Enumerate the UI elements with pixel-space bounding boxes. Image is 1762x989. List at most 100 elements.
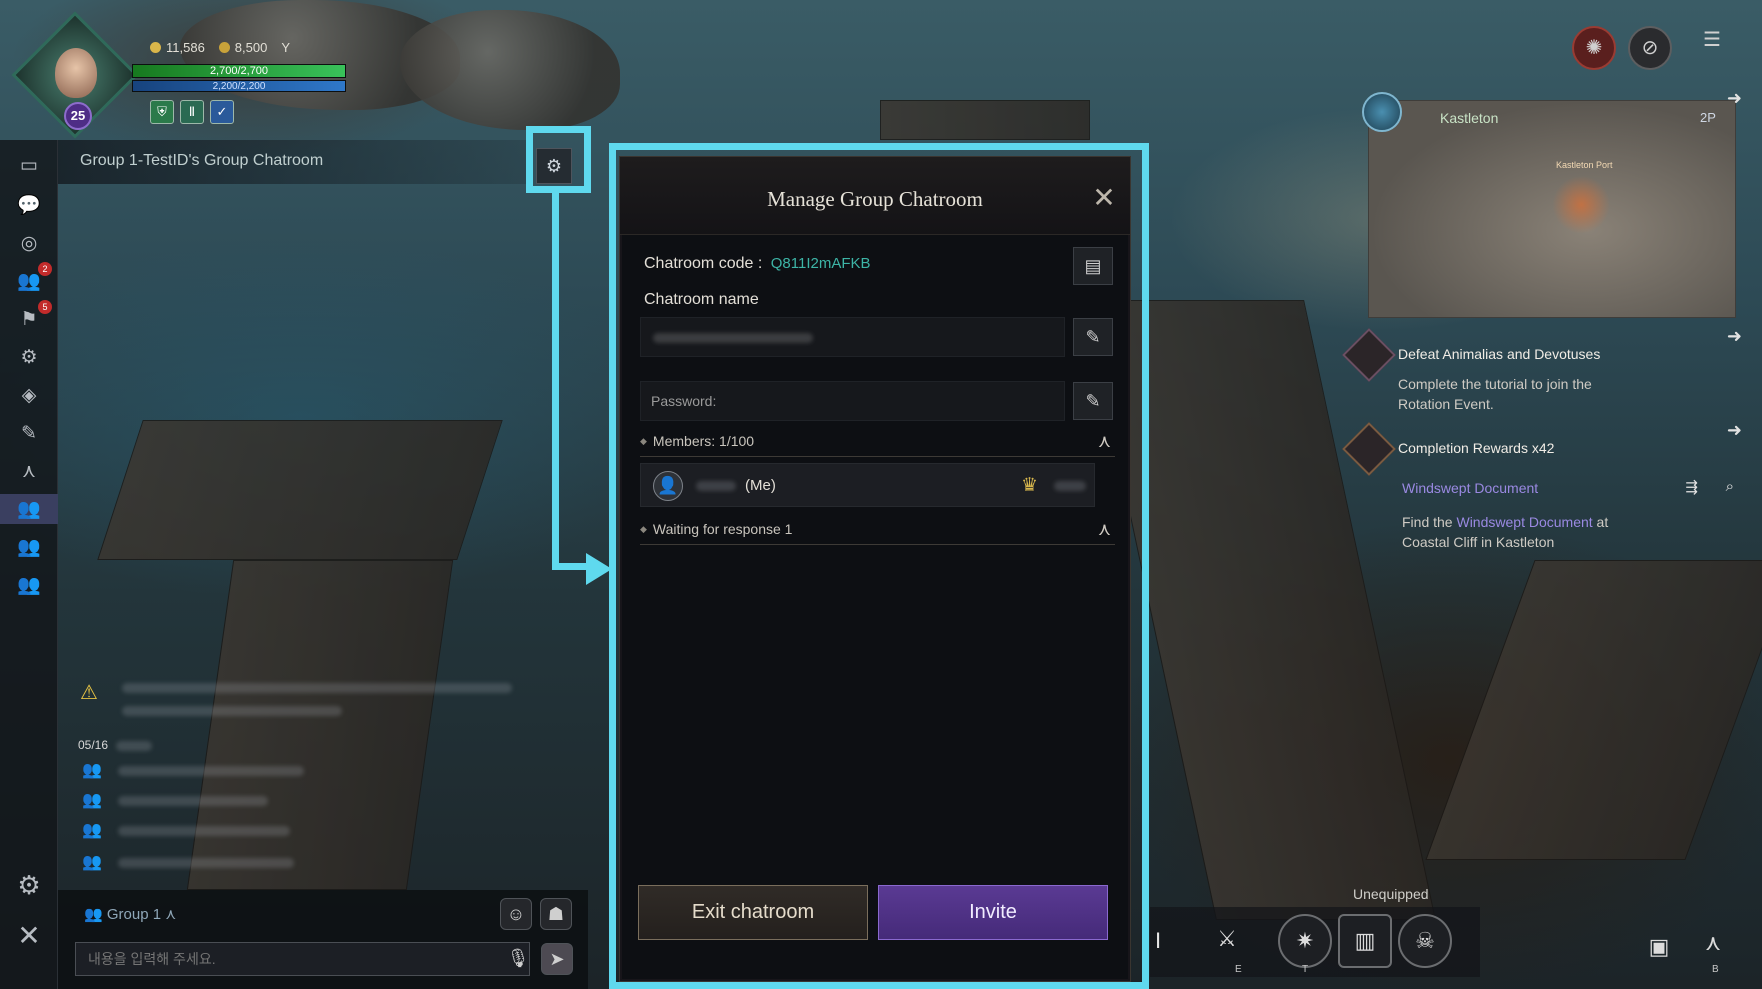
blurred-message [118, 858, 294, 868]
pier [97, 420, 503, 560]
stats-icon[interactable]: ▥ [1338, 914, 1392, 968]
chatroom-code-label: Chatroom code : [644, 255, 763, 272]
quest-description: Complete the tutorial to join the Rotati… [1398, 376, 1592, 412]
pier [1425, 560, 1762, 860]
highlight-arrow-line [552, 563, 590, 570]
event-icon[interactable]: ✺ [1572, 26, 1616, 70]
emote-button[interactable]: ☗ [540, 898, 572, 930]
blurred-member-name [696, 481, 736, 491]
chat-channel-label: Group 1 [106, 906, 162, 923]
party-icon[interactable]: 👥 [12, 532, 46, 562]
quest-desc-text: Find the [1402, 514, 1457, 530]
mp-bar: 2,200/2,200 [132, 80, 346, 92]
blurred-message [118, 826, 290, 836]
camp-icon[interactable]: ⋏ [12, 456, 46, 486]
diamond-icon: ◆ [640, 436, 647, 446]
buff-armor-icon[interactable]: Ⅱ [180, 100, 204, 124]
group-chat-icon[interactable]: 👥 [0, 494, 58, 524]
settings-gear-icon[interactable]: ⚙ [12, 342, 46, 372]
minimap[interactable] [1368, 100, 1736, 318]
chatroom-code-row: Chatroom code : Q811I2mAFKB [644, 255, 871, 273]
add-friend-icon[interactable]: 👥 [12, 570, 46, 600]
arrow-right-icon[interactable]: ➜ [1727, 326, 1742, 347]
quill-icon[interactable]: ✎ [12, 418, 46, 448]
members-section[interactable]: ◆ Members: 1/100 ⋏ [640, 431, 1115, 457]
copy-code-button[interactable]: ▤ [1073, 247, 1113, 285]
guild-flag-icon[interactable]: ⚑ 5 [12, 300, 52, 334]
equip-status: Unequipped [1353, 886, 1429, 902]
waiting-section[interactable]: ◆ Waiting for response 1 ⋏ [640, 519, 1115, 545]
notification-badge: 5 [38, 300, 52, 314]
compass-skill-icon[interactable]: ✷ [1278, 914, 1332, 968]
key-hint: E [1235, 964, 1242, 975]
auto-battle-icon[interactable]: ⊘ [1628, 26, 1672, 70]
chatroom-name-label: Chatroom name [644, 291, 759, 308]
waiting-label: Waiting for response 1 [652, 521, 793, 537]
chat-icon[interactable]: 💬 [12, 190, 46, 220]
collapse-caret-icon[interactable]: ⋏ [1098, 519, 1111, 540]
members-label: Members: 1/100 [652, 433, 755, 449]
warning-icon: ⚠ [80, 682, 98, 704]
group-message-icon: 👥 [82, 762, 102, 779]
collapse-caret-icon[interactable]: ⋏ [1098, 431, 1111, 452]
microphone-icon[interactable]: 🎙 [502, 943, 534, 975]
menu-icon[interactable]: ☰ [1690, 20, 1734, 64]
quest-title[interactable]: Windswept Document [1402, 480, 1538, 496]
crown-icon: ♛ [1021, 475, 1039, 496]
chat-message-input[interactable] [75, 942, 530, 976]
blurred-message [122, 706, 342, 716]
gem-icon [218, 42, 230, 53]
search-icon[interactable]: ⌕ [1726, 478, 1734, 495]
chatroom-name-field[interactable] [640, 317, 1065, 357]
edit-name-button[interactable]: ✎ [1073, 318, 1113, 356]
friends-icon[interactable]: 👥 2 [12, 262, 52, 296]
group-message-icon: 👥 [82, 854, 102, 871]
blurred-member-info [1054, 481, 1086, 491]
close-icon[interactable]: ✕ [12, 920, 46, 951]
avatar[interactable] [55, 48, 97, 98]
blurred-message [116, 741, 152, 751]
member-me-label: (Me) [745, 477, 776, 494]
quest-link[interactable]: Windswept Document [1456, 514, 1592, 530]
key-hint: I [1155, 928, 1162, 953]
manage-group-chatroom-dialog: Manage Group Chatroom ✕ Chatroom code : … [619, 156, 1131, 982]
member-row[interactable]: 👤 (Me) ♛ [640, 463, 1095, 507]
chat-channel-selector[interactable]: 👥 Group 1 ⋏ [84, 905, 176, 923]
invite-button[interactable]: Invite [878, 885, 1108, 940]
compass-icon[interactable] [1362, 92, 1402, 132]
blurred-message [122, 683, 512, 693]
edit-password-button[interactable]: ✎ [1073, 382, 1113, 420]
buff-shield-icon[interactable]: ⛨ [150, 100, 174, 124]
emoji-button[interactable]: ☺ [500, 898, 532, 930]
settings-button-highlight [526, 126, 591, 193]
arrow-right-icon[interactable]: ➜ [1727, 420, 1742, 441]
arrow-right-icon[interactable]: ➜ [1727, 88, 1742, 109]
highlight-arrow-line [552, 193, 559, 569]
auto-path-icon[interactable]: ⇶ [1685, 478, 1698, 496]
group-message-icon: 👥 [82, 822, 102, 839]
currency-row: 11,586 8,500 Y [150, 40, 290, 55]
currency-unit: Y [281, 40, 291, 55]
globe-icon[interactable]: ◎ [12, 228, 46, 258]
potion-icon[interactable]: ☠ [1398, 914, 1452, 968]
send-button[interactable]: ➤ [541, 943, 573, 975]
chatroom-code-value: Q811I2mAFKB [770, 255, 871, 272]
crest-icon[interactable]: ◈ [12, 380, 46, 410]
group-message-icon: 👥 [82, 792, 102, 809]
blurred-message [118, 796, 268, 806]
currency-1: 11,586 [150, 40, 205, 55]
buff-speed-icon[interactable]: ✓ [210, 100, 234, 124]
user-avatar-icon: 👤 [653, 471, 683, 501]
quest-title[interactable]: Completion Rewards x42 [1398, 440, 1554, 456]
chat-bubble-icon[interactable]: ▭ [12, 150, 46, 180]
quest-title[interactable]: Defeat Animalias and Devotuses [1398, 346, 1600, 362]
region-name: Kastleton [1440, 110, 1499, 126]
sword-icon[interactable]: ⚔ [1200, 914, 1254, 968]
close-button[interactable]: ✕ [1088, 183, 1120, 215]
pier [186, 560, 454, 890]
exit-chatroom-button[interactable]: Exit chatroom [638, 885, 868, 940]
password-field[interactable]: Password: [640, 381, 1065, 421]
chat-header: Group 1-TestID's Group Chatroom [58, 140, 530, 184]
chat-settings-gear-icon[interactable]: ⚙ [12, 870, 46, 900]
bag-icon[interactable]: ▣ [1632, 922, 1686, 976]
